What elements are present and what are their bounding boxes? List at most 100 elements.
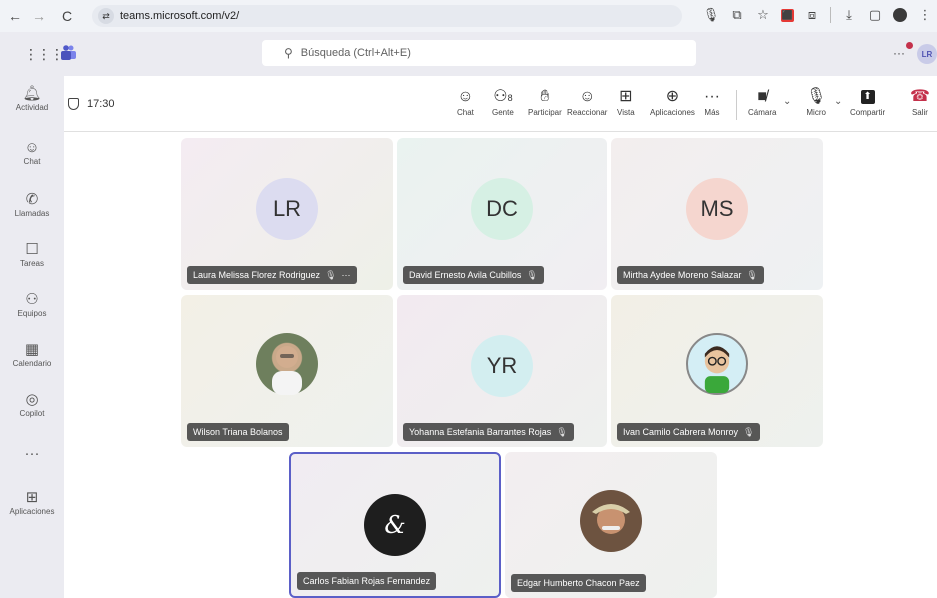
people-button[interactable]: ⚇8 Gente: [492, 86, 514, 117]
participant-tile[interactable]: Wilson Triana Bolanos: [181, 295, 393, 447]
avatar-initials: YR: [486, 353, 518, 378]
participants-count: 8: [507, 93, 513, 103]
participant-tile[interactable]: YR Yohanna Estefania Barrantes Rojas 🎙︎: [397, 295, 607, 447]
participant-tile[interactable]: Edgar Humberto Chacon Paez: [505, 452, 717, 598]
settings-more-icon[interactable]: ···: [893, 46, 905, 60]
leave-icon: ☎: [910, 88, 930, 105]
apps-icon: ⊞: [25, 489, 39, 506]
menu-icon[interactable]: ⋮: [917, 6, 933, 24]
participant-tile[interactable]: DC David Ernesto Avila Cubillos 🎙︎: [397, 138, 607, 290]
participant-tile[interactable]: Ivan Camilo Cabrera Monroy 🎙︎: [611, 295, 823, 447]
raise-hand-button[interactable]: ✋︎ Participar: [528, 86, 562, 117]
site-info-icon[interactable]: ⇄: [98, 8, 114, 24]
teams-icon: ⚇: [25, 291, 39, 308]
notification-badge: [906, 42, 913, 49]
chat-button[interactable]: ☺ Chat: [457, 86, 474, 117]
participant-tile[interactable]: LR Laura Melissa Florez Rodriguez 🎙︎ ···: [181, 138, 393, 290]
avatar-initials: MS: [700, 196, 734, 221]
share-button[interactable]: ⬆ Compartir: [850, 86, 885, 117]
rail-item-more[interactable]: ···: [0, 444, 64, 463]
control-label: Compartir: [850, 108, 886, 117]
control-label: Aplicaciones: [650, 108, 695, 117]
profile-photo: [592, 504, 630, 534]
rail-item-chat[interactable]: ☺ Chat: [0, 138, 64, 166]
pdf-extension-icon[interactable]: ⬛: [781, 8, 794, 22]
rail-item-copilot[interactable]: ◎ Copilot: [0, 390, 64, 418]
divider: [830, 7, 831, 23]
more-icon: ···: [24, 445, 40, 462]
mic-off-icon: 🎙︎: [806, 88, 827, 105]
participant-name-label: David Ernesto Avila Cubillos 🎙︎: [403, 266, 544, 284]
avatar: &: [364, 494, 426, 556]
rail-item-calendar[interactable]: ▦ Calendario: [0, 340, 64, 368]
participant-name: Wilson Triana Bolanos: [193, 427, 283, 437]
monogram-icon: &: [384, 511, 406, 539]
view-button[interactable]: ⊞ Vista: [617, 86, 635, 117]
more-button[interactable]: ··· Más: [704, 86, 720, 117]
react-button[interactable]: ☺ Reaccionar: [567, 86, 607, 117]
control-label: Micro: [806, 108, 826, 117]
mic-off-icon: 🎙︎: [526, 269, 538, 280]
control-label: Más: [704, 108, 720, 117]
teams-header: ⋮⋮⋮ ⚲ Búsqueda (Ctrl+Alt+E) ··· LR: [0, 32, 937, 76]
rail-item-label: Chat: [23, 157, 41, 166]
download-icon[interactable]: ⤓: [841, 6, 857, 24]
rail-item-label: Equipos: [17, 309, 47, 318]
extensions-icon[interactable]: ⧈: [804, 6, 820, 24]
apps-button[interactable]: ⊕ Aplicaciones: [650, 86, 695, 117]
calendar-icon: ▦: [24, 341, 40, 358]
meeting-time: 17:30: [87, 98, 115, 110]
rail-item-calls[interactable]: ✆ Llamadas: [0, 190, 64, 218]
chat-icon: ☺: [24, 139, 40, 156]
rail-item-label: Copilot: [19, 409, 45, 418]
rail-item-apps[interactable]: ⊞ Aplicaciones: [0, 488, 64, 516]
participant-name: Carlos Fabian Rojas Fernandez: [303, 576, 431, 586]
leave-button[interactable]: ☎ Salir: [910, 86, 930, 117]
chevron-down-icon[interactable]: ⌄: [834, 96, 842, 107]
search-input[interactable]: ⚲ Búsqueda (Ctrl+Alt+E): [262, 40, 696, 66]
address-bar[interactable]: ⇄ teams.microsoft.com/v2/: [92, 5, 682, 27]
more-options-icon[interactable]: ···: [342, 270, 351, 280]
rail-item-label: Tareas: [19, 259, 44, 268]
app-rail: 🔔︎ Actividad ☺ Chat ✆ Llamadas ☐ Tareas …: [0, 76, 64, 598]
avatar: DC: [471, 178, 533, 240]
rail-item-tasks[interactable]: ☐ Tareas: [0, 240, 64, 268]
share-icon: ⬆: [860, 90, 875, 104]
app-launcher-icon[interactable]: ⋮⋮⋮: [24, 46, 64, 63]
participant-name-label: Wilson Triana Bolanos: [187, 423, 289, 441]
profile-icon[interactable]: [893, 8, 907, 22]
camera-button[interactable]: ■̸ Cámara: [748, 86, 776, 117]
rail-item-teams[interactable]: ⚇ Equipos: [0, 290, 64, 318]
sidepanel-icon[interactable]: ▢: [867, 6, 883, 24]
rail-item-label: Actividad: [15, 103, 49, 112]
participant-name: David Ernesto Avila Cubillos: [409, 270, 522, 280]
reload-icon[interactable]: C: [56, 5, 78, 27]
copilot-icon: ◎: [25, 391, 39, 408]
avatar: [686, 333, 748, 395]
participant-name: Ivan Camilo Cabrera Monroy: [623, 427, 739, 437]
participant-tile[interactable]: MS Mirtha Aydee Moreno Salazar 🎙︎: [611, 138, 823, 290]
install-icon[interactable]: ⧉: [729, 6, 745, 24]
back-icon[interactable]: ←: [4, 5, 26, 27]
participant-tile[interactable]: & Carlos Fabian Rojas Fernandez: [289, 452, 501, 598]
participant-name-label: Carlos Fabian Rojas Fernandez: [297, 572, 437, 590]
control-label: Reaccionar: [567, 108, 608, 117]
participant-name-label: Ivan Camilo Cabrera Monroy 🎙︎: [617, 423, 761, 441]
profile-photo: [272, 346, 302, 395]
chevron-down-icon[interactable]: ⌄: [783, 96, 791, 107]
rail-item-label: Llamadas: [14, 209, 50, 218]
mic-button[interactable]: 🎙︎ Micro: [806, 86, 826, 117]
shield-icon: [68, 98, 79, 110]
mic-icon[interactable]: 🎙: [703, 6, 720, 24]
url-text: teams.microsoft.com/v2/: [120, 10, 240, 22]
avatar: MS: [686, 178, 748, 240]
participant-name-label: Mirtha Aydee Moreno Salazar 🎙︎: [617, 266, 764, 284]
participant-name-label: Laura Melissa Florez Rodriguez 🎙︎ ···: [187, 266, 357, 284]
camera-off-icon: ■̸: [757, 88, 768, 105]
raise-hand-icon: ✋︎: [540, 88, 550, 105]
rail-item-activity[interactable]: 🔔︎ Actividad: [0, 84, 64, 112]
avatar: [580, 490, 642, 552]
avatar[interactable]: LR: [917, 44, 937, 64]
forward-icon[interactable]: →: [28, 5, 50, 27]
bookmark-star-icon[interactable]: ☆: [755, 6, 771, 24]
